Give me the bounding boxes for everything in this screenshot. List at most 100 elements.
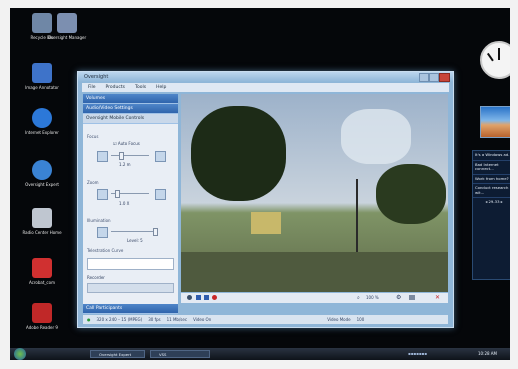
telestration-input[interactable] — [87, 258, 174, 270]
video-feed[interactable] — [181, 94, 448, 292]
menu-file[interactable]: File — [88, 85, 96, 90]
record-icon[interactable] — [212, 295, 217, 300]
house — [251, 212, 281, 234]
close-icon[interactable] — [439, 73, 450, 82]
clock-gadget[interactable] — [480, 41, 510, 79]
minimize-icon[interactable] — [419, 73, 429, 82]
maximize-icon[interactable] — [429, 73, 439, 82]
feed-pager[interactable]: ◂ 29-33 ▸ — [473, 198, 510, 207]
recorder-label[interactable]: Recorder — [87, 275, 105, 280]
utility-pole — [356, 179, 358, 254]
desktop-icon-internet-explorer[interactable]: Internet Explorer — [15, 108, 69, 135]
adobe-reader-icon — [32, 303, 52, 323]
focus-value: 1.2 m — [119, 162, 131, 167]
taskbar: Oversight Expert VSS ▪▪▪▪▪▪▪ 10:28 AM — [10, 348, 510, 360]
status-bar: ● 320 x 240 – 15 (MPEG) 30 fps 11 Mb/sec… — [83, 315, 448, 324]
desktop-icon-label: Acrobat_com — [29, 280, 55, 285]
section-call-participants[interactable]: Call Participants — [83, 304, 178, 314]
window-titlebar[interactable]: Oversight — [78, 72, 453, 82]
desktop-icon-manager[interactable]: Oversight Manager — [40, 13, 94, 40]
illumination-group-label: Illumination — [87, 218, 111, 223]
auto-focus-checkbox[interactable]: ☑ Auto Focus — [113, 141, 140, 146]
feed-item[interactable]: Work from home? — [473, 175, 510, 184]
auto-focus-label: Auto Focus — [117, 141, 140, 146]
road — [181, 252, 448, 292]
chevron-right-icon[interactable]: ▸ — [500, 199, 503, 204]
tree-right — [376, 164, 446, 224]
focus-slider[interactable] — [111, 155, 149, 156]
control-panel: Volumes Audio/Video Settings Oversight M… — [83, 94, 178, 314]
focus-slider-thumb[interactable] — [119, 152, 124, 160]
illumination-level: Level: 5 — [127, 238, 143, 243]
slideshow-gadget[interactable] — [480, 106, 510, 138]
zoom-readout: 100 % — [366, 295, 379, 300]
start-button[interactable] — [14, 348, 26, 360]
status-resolution: 320 x 240 – 15 (MPEG) — [96, 317, 143, 322]
desktop-icon-adobe-reader[interactable]: Adobe Reader 9 — [15, 303, 69, 330]
feed-gadget[interactable]: It's a Windows ad. Bad Internet connect.… — [472, 150, 510, 280]
menu-help[interactable]: Help — [156, 85, 166, 90]
taskbar-clock[interactable]: 10:28 AM — [478, 351, 497, 356]
pause-icon[interactable] — [196, 295, 201, 300]
manager-icon — [57, 13, 77, 33]
desktop-icon-label: Oversight Expert — [25, 182, 59, 187]
status-fps: 30 fps — [148, 317, 161, 322]
sky-clouds — [341, 109, 411, 164]
status-bitrate: 11 Mb/sec — [166, 317, 188, 322]
illumination-slider[interactable] — [111, 231, 157, 232]
feed-pager-label: 29-33 — [488, 199, 500, 204]
image-annotator-icon — [32, 63, 52, 83]
oversight-expert-icon — [32, 160, 52, 180]
recorder-bar[interactable] — [87, 283, 174, 293]
desktop-icon-image-annotator[interactable]: Image Annotator — [15, 63, 69, 90]
desktop-icon-label: Internet Explorer — [25, 130, 59, 135]
menu-tools[interactable]: Tools — [135, 85, 146, 90]
video-on-icon: ● — [87, 317, 91, 322]
status-video-on: Video On — [193, 317, 212, 322]
desktop-icon-acrobat[interactable]: Acrobat_com — [15, 258, 69, 285]
focus-near-button[interactable] — [97, 151, 108, 162]
feed-item[interactable]: Bad Internet connect... — [473, 161, 510, 175]
illumination-button[interactable] — [97, 227, 108, 238]
oversight-window[interactable]: Oversight File Products Tools Help Volum… — [77, 71, 454, 328]
focus-group-label: Focus — [87, 134, 99, 139]
magnifier-icon[interactable]: ⌕ — [357, 295, 360, 301]
focus-far-button[interactable] — [155, 151, 166, 162]
desktop-icon-label: Oversight Manager — [47, 35, 87, 40]
acrobat-icon — [32, 258, 52, 278]
radio-center-icon — [32, 208, 52, 228]
zoom-value: 1.0 X — [119, 201, 130, 206]
desktop-icon-label: Adobe Reader 9 — [26, 325, 58, 330]
telestration-label: Telestration Curve — [87, 248, 124, 253]
illumination-slider-thumb[interactable] — [153, 228, 158, 236]
clock-hour-hand — [498, 48, 500, 60]
zoom-slider-thumb[interactable] — [115, 190, 120, 198]
settings-icon[interactable]: ⚙ — [396, 294, 401, 301]
close-feed-icon[interactable]: ✕ — [435, 294, 440, 301]
system-tray-icons[interactable]: ▪▪▪▪▪▪▪ — [408, 351, 427, 356]
section-mobile-controls[interactable]: Oversight Mobile Controls — [83, 114, 178, 124]
zoom-in-button[interactable] — [155, 189, 166, 200]
section-volumes[interactable]: Volumes — [83, 94, 178, 104]
section-av-settings[interactable]: Audio/Video Settings — [83, 104, 178, 114]
window-title: Oversight — [84, 74, 109, 80]
feed-item[interactable]: It's a Windows ad. — [473, 151, 510, 161]
zoom-out-button[interactable] — [97, 189, 108, 200]
taskbar-item-oversight-expert[interactable]: Oversight Expert — [90, 350, 145, 358]
play-icon[interactable] — [187, 295, 192, 300]
tree-left — [191, 106, 286, 201]
desktop-icon-label: Image Annotator — [25, 85, 59, 90]
internet-explorer-icon — [32, 108, 52, 128]
desktop-icon-radio-center[interactable]: Radio Center Home — [15, 208, 69, 235]
taskbar-item-vss[interactable]: VSS — [150, 350, 210, 358]
zoom-group-label: Zoom — [87, 180, 99, 185]
video-toolbar: 100 % ⌕ ⚙ ✕ — [181, 293, 448, 303]
desktop-icon-label: Radio Center Home — [22, 230, 62, 235]
status-video-mode: Video Mode — [327, 317, 351, 322]
desktop: Recycle Bin Oversight Manager Image Anno… — [10, 8, 510, 360]
desktop-icon-oversight-expert[interactable]: Oversight Expert — [15, 160, 69, 187]
snapshot-icon[interactable] — [409, 295, 415, 300]
stop-icon[interactable] — [204, 295, 209, 300]
feed-item[interactable]: Conduct research wit... — [473, 184, 510, 198]
menu-products[interactable]: Products — [106, 85, 125, 90]
